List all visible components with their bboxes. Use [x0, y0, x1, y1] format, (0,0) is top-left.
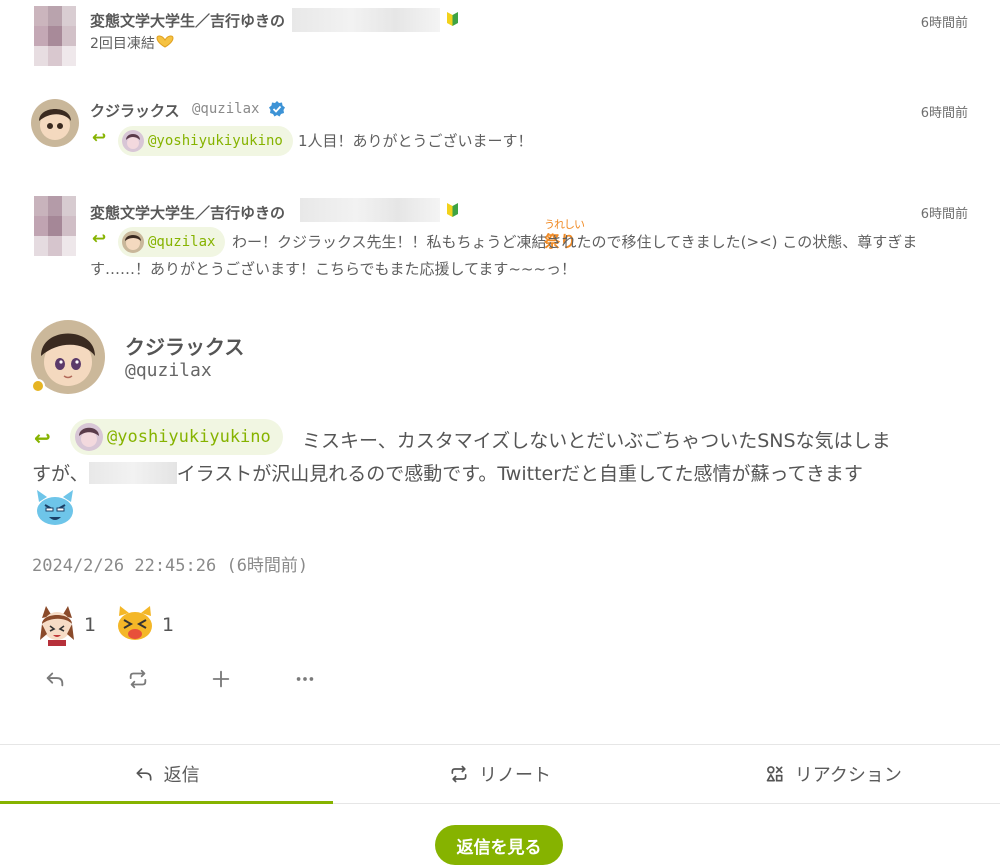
tab-renotes[interactable]: リノート	[333, 745, 666, 803]
note-3[interactable]: 変態文学大学生／吉行ゆきの 6時間前 ↩ @quzilax わー！クジラックス先…	[0, 190, 1000, 290]
reaction-fox-girl[interactable]: 1	[36, 604, 96, 646]
mention-text: @yoshiyukiyukino	[107, 427, 271, 447]
main-user-name[interactable]: クジラックス	[125, 331, 244, 360]
note-text-content: 2回目凍結	[90, 36, 155, 52]
post-timestamp[interactable]: 2024/2/26 22:45:26 (6時間前)	[32, 551, 308, 576]
tab-replies[interactable]: 返信	[0, 745, 334, 804]
renote-icon	[451, 765, 467, 783]
tab-label: リノート	[478, 765, 551, 786]
renote-icon	[129, 669, 147, 689]
angry-cat-emoji	[37, 490, 73, 525]
user-name[interactable]: 変態文学大学生／吉行ゆきの	[90, 10, 285, 31]
heart-hands-emoji	[156, 35, 174, 48]
note-text-line-1: わー！クジラックス先生！！私もちょうど凍結されたので移住してきました(><) こ…	[232, 233, 918, 251]
reaction-count: 1	[162, 614, 175, 636]
tab-label: リアクション	[794, 765, 902, 786]
note-time[interactable]: 6時間前	[921, 12, 968, 31]
main-text-line-2: すが、 イラストが沢山見れるので感動です。Twitterだと自重してた感情が蘇って…	[32, 459, 863, 486]
add-reaction-button[interactable]	[208, 666, 234, 692]
user-name[interactable]: クジラックス	[90, 100, 180, 121]
detail-tabs: 返信 リノート リアクション	[0, 744, 1000, 804]
crying-cat-emoji	[118, 606, 152, 640]
note-time[interactable]: 6時間前	[921, 102, 968, 121]
reply-button[interactable]	[42, 666, 68, 692]
note-2[interactable]: クジラックス @quzilax 6時間前 ↩ @yoshiyukiyukino …	[0, 90, 1000, 251]
main-text-line-1: ミスキー、カスタマイズしないとだいぶごちゃついたSNSな気はしま	[302, 430, 891, 452]
note-1[interactable]: 変態文学大学生／吉行ゆきの 6時間前 2回目凍結	[0, 0, 1000, 80]
note-text: 1人目！ありがとうございまーす！	[298, 132, 533, 150]
avatar[interactable]	[34, 196, 76, 256]
reaction-crying-cat[interactable]: 1	[114, 604, 174, 646]
mention-link[interactable]: @quzilax	[118, 227, 226, 257]
mention-avatar	[122, 231, 144, 253]
note-text-line-2: す……！ありがとうございます！こちらでもまた応援してます~~~っ！	[90, 260, 577, 278]
main-user-handle[interactable]: @quzilax	[125, 360, 212, 381]
user-handle[interactable]: @quzilax	[192, 101, 259, 117]
main-mention-link[interactable]: @yoshiyukiyukino	[70, 419, 283, 455]
reply-icon	[46, 672, 64, 687]
beginner-mark-icon	[447, 203, 458, 217]
tab-label: 返信	[163, 765, 200, 786]
main-text-line-2a: すが、	[32, 463, 89, 485]
reply-icon	[136, 768, 152, 781]
see-replies-button[interactable]: 返信を見る	[435, 825, 563, 865]
note-time[interactable]: 6時間前	[921, 203, 968, 222]
tab-reactions[interactable]: リアクション	[667, 745, 1000, 803]
avatar[interactable]	[34, 6, 76, 66]
redacted-text	[292, 8, 440, 32]
reply-indicator-icon: ↩	[92, 229, 107, 249]
mention-text: @quzilax	[148, 234, 216, 250]
fox-girl-emoji	[40, 606, 74, 646]
avatar[interactable]	[31, 99, 79, 147]
more-icon	[296, 677, 314, 681]
reaction-count: 1	[84, 614, 97, 636]
more-button[interactable]	[292, 666, 318, 692]
redacted-text	[88, 462, 177, 484]
redacted-text	[300, 198, 440, 222]
note-text: 2回目凍結	[90, 31, 175, 57]
mention-avatar	[122, 130, 144, 152]
reply-indicator-icon: ↩	[34, 426, 51, 450]
main-text-line-2b: イラストが沢山見れるので感動です。Twitterだと自重してた感情が蘇ってきます	[176, 463, 863, 485]
renote-button[interactable]	[125, 666, 151, 692]
mention-link[interactable]: @yoshiyukiyukino	[118, 126, 293, 156]
user-name[interactable]: 変態文学大学生／吉行ゆきの	[90, 202, 285, 223]
reaction-icon	[766, 766, 783, 782]
mention-avatar	[75, 423, 103, 451]
verified-icon	[269, 101, 285, 117]
plus-icon	[212, 670, 230, 688]
mention-text: @yoshiyukiyukino	[148, 133, 283, 149]
beginner-mark-icon	[447, 12, 458, 26]
online-status-badge	[31, 379, 45, 393]
reply-indicator-icon: ↩	[92, 128, 107, 148]
